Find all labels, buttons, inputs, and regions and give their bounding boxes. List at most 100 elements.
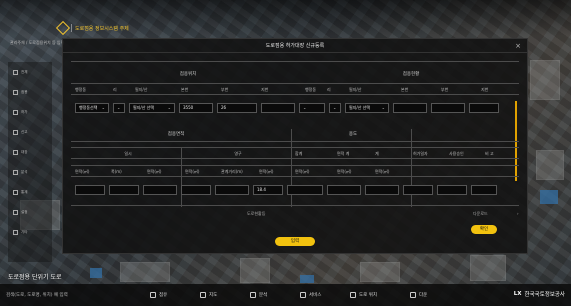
bottom-item[interactable]: 점유 xyxy=(150,292,167,298)
bottom-item[interactable]: 지도 xyxy=(200,292,217,298)
area-input[interactable] xyxy=(75,184,105,195)
sidebar-item[interactable]: 점용 xyxy=(8,82,52,102)
search-hint[interactable]: 관리주체 / 도로점용위치 등 입력 xyxy=(10,40,64,46)
group-header: 허가일자 xyxy=(413,151,428,156)
area-input[interactable] xyxy=(181,184,211,195)
chart-icon xyxy=(250,292,256,298)
jibun-input[interactable] xyxy=(261,102,295,113)
select-value: 필지/산 선택 xyxy=(349,104,371,110)
bottom-item[interactable]: 도로 위치 xyxy=(350,292,377,298)
approval-input[interactable] xyxy=(437,184,467,195)
bubun-input[interactable]: 26 xyxy=(217,102,257,113)
chevron-down-icon: ⌄ xyxy=(167,104,171,110)
permit-date-input[interactable] xyxy=(403,184,433,195)
download-label[interactable]: 다운로드 xyxy=(473,211,488,217)
col-header: 리 xyxy=(327,87,331,92)
col-header: 관계거리(m) xyxy=(221,169,243,174)
checkbox[interactable] xyxy=(13,169,18,175)
section-area-title: 점용면적 xyxy=(167,132,185,137)
close-icon[interactable]: × xyxy=(515,42,521,50)
sidebar-item[interactable]: 설정 xyxy=(8,202,52,222)
right-bubun-input[interactable] xyxy=(431,102,465,113)
chevron-down-icon: ⌄ xyxy=(101,104,105,110)
area-input[interactable] xyxy=(327,184,361,195)
col-header: 폭(m) xyxy=(111,169,122,174)
right-dong-select[interactable]: ⌄ xyxy=(299,102,325,113)
location-header-row: 행정동 리 필지/산 본번 부번 지번 행정동 리 필지/산 본번 부번 지번 xyxy=(71,83,519,95)
bottom-item[interactable]: 서비스 xyxy=(300,292,321,298)
right-ri-select[interactable]: ⌄ xyxy=(329,102,341,113)
checkbox[interactable] xyxy=(13,209,18,215)
app-header: 도로점용 정보시스템 주제 xyxy=(0,0,571,36)
sidebar-item[interactable]: 분석 xyxy=(8,162,52,182)
checkbox[interactable] xyxy=(13,89,18,95)
checkbox[interactable] xyxy=(13,109,18,115)
bottom-item-label: 도로 위치 xyxy=(359,293,377,298)
col-header: 필지/산 xyxy=(135,87,148,92)
divider xyxy=(71,141,519,142)
modal-title: 도로점용 허가대장 신규등록 xyxy=(63,39,527,53)
bottom-item[interactable]: 분석 xyxy=(250,292,267,298)
col-header: 면적(㎡) xyxy=(75,169,90,174)
area-input[interactable]: 18.4 xyxy=(253,184,283,195)
col-header: 본번 xyxy=(401,87,409,92)
group-header: 사용승인 xyxy=(449,151,464,156)
group-header: 면적 계 xyxy=(337,151,350,156)
chevron-right-icon[interactable]: › xyxy=(517,211,519,216)
checkbox[interactable] xyxy=(13,189,18,195)
chevron-down-icon: ⌄ xyxy=(381,104,385,110)
checkbox[interactable] xyxy=(13,149,18,155)
section-far-title: 용도 xyxy=(348,132,358,137)
right-jibun-input[interactable] xyxy=(469,102,499,113)
select-value: 행정동선택 xyxy=(79,104,98,110)
right-sanji-select[interactable]: 필지/산 선택 ⌄ xyxy=(345,102,389,113)
col-header: 면적(㎡) xyxy=(147,169,162,174)
col-header: 리 xyxy=(113,87,117,92)
checkbox[interactable] xyxy=(13,69,18,75)
sidebar-item[interactable]: 기타 xyxy=(8,222,52,242)
brand-mark: LX xyxy=(513,291,522,297)
app-logo[interactable]: 도로점용 정보시스템 주제 xyxy=(55,20,129,36)
col-header: 본번 xyxy=(181,87,189,92)
group-header: 영구 xyxy=(234,151,242,156)
confirm-button[interactable]: 확인 xyxy=(471,225,497,234)
bottom-search-input[interactable]: 검색(도로, 도로명, 위치) 예 입력 xyxy=(6,292,68,298)
area-input[interactable] xyxy=(215,184,249,195)
sidebar-item[interactable]: 허가 xyxy=(8,102,52,122)
sidebar-item[interactable]: 통계 xyxy=(8,182,52,202)
location-input-row: 행정동선택 ⌄ ⌄ 필지/산 선택 ⌄ 3550 26 ⌄ ⌄ 필지/산 선택 ⌄ xyxy=(75,101,499,114)
remarks-input[interactable] xyxy=(471,184,497,195)
logo-divider xyxy=(71,24,72,32)
checkbox[interactable] xyxy=(13,129,18,135)
group-header: 일시 xyxy=(124,151,132,156)
area-input[interactable] xyxy=(109,184,139,195)
service-icon xyxy=(300,292,306,298)
sidebar-item[interactable]: 신고 xyxy=(8,122,52,142)
col-header: 면적(㎡) xyxy=(337,169,352,174)
dong-select[interactable]: 행정동선택 ⌄ xyxy=(75,102,109,113)
bottom-item[interactable]: 다운 xyxy=(410,292,427,298)
map-caption: 도로점용 단위기 도로 xyxy=(8,274,62,281)
layer-icon xyxy=(150,292,156,298)
divider xyxy=(181,147,182,207)
col-header: 면적(㎡) xyxy=(185,169,200,174)
sidebar-item[interactable]: 대장 xyxy=(8,142,52,162)
col-header: 면적(㎡) xyxy=(259,169,274,174)
bottom-toolbar: 검색(도로, 도로명, 위치) 예 입력 점유 지도 분석 서비스 도로 위치 … xyxy=(0,284,571,306)
area-input[interactable] xyxy=(143,184,177,195)
location-icon xyxy=(350,292,356,298)
ri-select[interactable]: ⌄ xyxy=(113,102,125,113)
col-header: 부번 xyxy=(221,87,229,92)
save-button[interactable]: 입력 xyxy=(275,237,315,246)
sidebar-item[interactable]: 전체 xyxy=(8,62,52,82)
sanji-select[interactable]: 필지/산 선택 ⌄ xyxy=(129,102,175,113)
group-header: 비 고 xyxy=(485,151,494,156)
map-icon xyxy=(200,292,206,298)
bonbun-input[interactable]: 3550 xyxy=(179,102,213,113)
area-input[interactable] xyxy=(365,184,399,195)
logo-mark-icon xyxy=(55,20,71,36)
bottom-item-label: 점유 xyxy=(159,293,168,298)
right-bonbun-input[interactable] xyxy=(393,102,427,113)
area-input[interactable] xyxy=(287,184,323,195)
checkbox[interactable] xyxy=(13,229,18,235)
